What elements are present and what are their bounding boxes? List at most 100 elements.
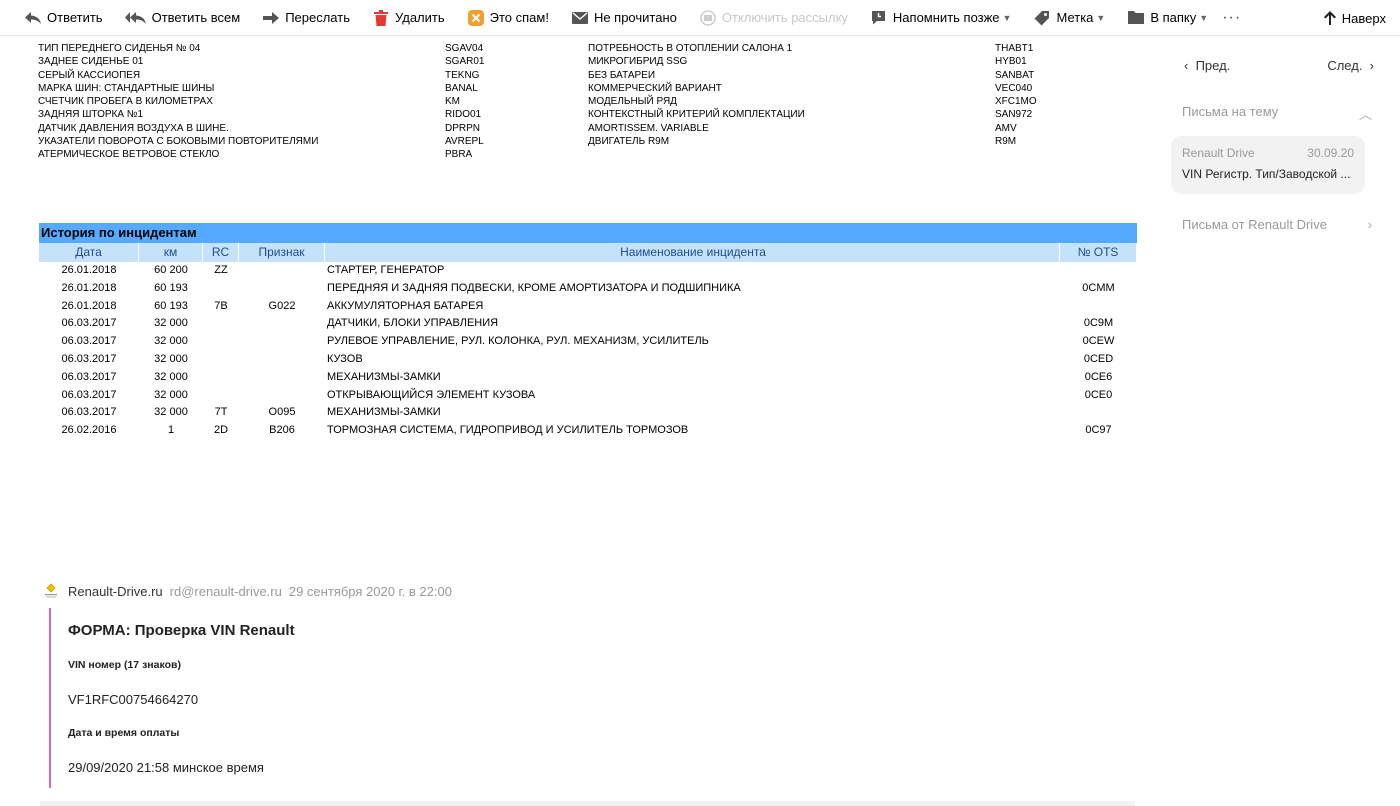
incident-table-header: Дата км RC Признак Наименование инцидент… [39, 243, 1137, 262]
sender-avatar[interactable] [43, 583, 59, 599]
thread-card-sender: Renault Drive [1182, 146, 1255, 160]
incident-sign [239, 369, 325, 387]
chevron-down-icon: ▼ [1199, 12, 1209, 23]
spec-col3-item: КОНТЕКСТНЫЙ КРИТЕРИЙ КОМПЛЕКТАЦИИ [588, 109, 805, 121]
spec-column-codes: SGAV04 SGAR01 TEKNG BANAL KM RIDO01 DPRPN AVREP… [445, 42, 484, 162]
spec-col2-item: RIDO01 [445, 109, 482, 121]
sender-email[interactable]: rd@renault-drive.ru [170, 584, 282, 599]
incident-rc: ZZ [214, 264, 228, 276]
message-body: ФОРМА: Проверка VIN Renault VIN номер (1… [68, 622, 295, 775]
incident-name: ДАТЧИКИ, БЛОКИ УПРАВЛЕНИЯ [327, 317, 499, 330]
incident-ots: 0CEW [1082, 335, 1115, 348]
table-row: 26.01.2018 60 200 ZZ СТАРТЕР, ГЕНЕРАТОР [39, 262, 1137, 280]
delete-button[interactable]: Удалить [372, 0, 445, 36]
payment-time-label: Дата и время оплаты [68, 727, 180, 739]
label-label: Метка [1056, 10, 1094, 25]
remind-later-label: Напомнить позже [892, 10, 1000, 25]
tag-icon [1033, 9, 1051, 27]
spec-col1-item: АТЕРМИЧЕСКОЕ ВЕТРОВОЕ СТЕКЛО [38, 149, 220, 161]
reply-button[interactable]: Ответить [24, 0, 103, 36]
incident-rows: 26.01.2018 60 200 ZZ СТАРТЕР, ГЕНЕРАТОР 26.0… [39, 262, 1137, 440]
incident-date: 06.03.2017 [61, 335, 117, 348]
spec-col4-item: XFC1MO [995, 96, 1037, 108]
thread-message-card[interactable]: Renault Drive 30.09.20 VIN Регистр. Тип/… [1171, 136, 1365, 194]
mark-unread-label: Не прочитано [593, 10, 677, 25]
sender-name[interactable]: Renault-Drive.ru [68, 584, 163, 599]
incident-km: 32 000 [154, 352, 188, 365]
table-row: 26.01.2018 60 193 7B G022 АККУМУЛЯТОРНАЯ БАТ… [39, 298, 1137, 316]
incident-rc: 2D [213, 424, 229, 437]
incident-km: 60 193 [154, 281, 188, 294]
spam-icon [467, 9, 485, 27]
incident-date: 26.01.2018 [61, 264, 117, 276]
arrow-up-icon [1323, 11, 1336, 25]
incident-ots: 0C97 [1085, 424, 1112, 437]
prev-message-button[interactable]: ‹ Пред. [1184, 58, 1230, 73]
thread-card-date: 30.09.20 [1307, 146, 1354, 160]
spec-col1-item: МАРКА ШИН: СТАНДАРТНЫЕ ШИНЫ [38, 82, 215, 94]
spec-col4-item: SAN972 [995, 109, 1033, 121]
incident-date: 06.03.2017 [61, 317, 117, 330]
incident-date: 06.03.2017 [61, 406, 117, 419]
toolbar: Ответить Ответить всем Переслать Удалить… [0, 0, 1400, 36]
chevron-right-icon: › [1367, 217, 1372, 232]
spec-col1-item: ЗАДНЕЕ СИДЕНЬЕ 01 [38, 56, 144, 68]
incident-rc [203, 280, 239, 298]
mark-unread-button[interactable]: Не прочитано [571, 0, 677, 36]
spec-col2-item: PBRA [445, 149, 473, 161]
more-actions-icon[interactable]: ··· [1222, 9, 1241, 27]
move-to-folder-button[interactable]: В папку ▼ [1127, 0, 1208, 36]
envelope-icon [571, 9, 589, 27]
thread-card-subject: VIN Регистр. Тип/Заводской ... [1182, 167, 1351, 181]
incident-name: ПЕРЕДНЯЯ И ЗАДНЯЯ ПОДВЕСКИ, КРОМЕ АМОРТИ… [327, 281, 741, 294]
forward-button[interactable]: Переслать [262, 0, 350, 36]
incident-sign [239, 387, 325, 405]
table-row: 06.03.2017 32 000 7T O095 МЕХАНИЗМЫ-ЗАМКИ [39, 404, 1137, 422]
incident-sign [239, 315, 325, 333]
spec-col2-item: SGAV04 [445, 43, 484, 54]
spec-col4-item: VEC040 [995, 82, 1033, 94]
scroll-to-top-button[interactable]: Наверх [1323, 0, 1386, 36]
unsubscribe-button[interactable]: Отключить рассылку [699, 0, 848, 36]
forward-label: Переслать [285, 10, 350, 25]
next-message-button[interactable]: След. › [1327, 58, 1374, 73]
messages-from-sender-link[interactable]: Письма от Renault Drive › [1182, 217, 1372, 232]
prev-label: Пред. [1195, 58, 1231, 73]
incident-ots: 0CED [1083, 352, 1114, 365]
reply-all-icon [124, 9, 147, 27]
form-title: ФОРМА: Проверка VIN Renault [68, 622, 295, 639]
spec-col1-item: СЧЕТЧИК ПРОБЕГА В КИЛОМЕТРАХ [38, 96, 213, 108]
spec-col2-item: BANAL [445, 82, 478, 94]
spam-button[interactable]: Это спам! [467, 0, 549, 36]
incident-rc [203, 351, 239, 369]
messages-from-sender-label: Письма от Renault Drive [1182, 217, 1327, 232]
header-sign: Признак [239, 243, 325, 262]
label-button[interactable]: Метка ▼ [1033, 0, 1105, 36]
incident-date: 26.01.2018 [61, 281, 117, 294]
incident-history-title: История по инцидентам [39, 223, 1137, 243]
reply-bar[interactable] [40, 801, 1135, 806]
spec-col2-item: SGAR01 [445, 56, 485, 68]
thread-header[interactable]: Письма на тему ︿ [1182, 104, 1372, 123]
reply-all-button[interactable]: Ответить всем [124, 0, 240, 36]
chevron-down-icon: ▼ [1002, 12, 1012, 23]
payment-time-value: 29/09/2020 21:58 минское время [68, 760, 264, 775]
spec-col2-item: TEKNG [445, 69, 480, 81]
unsubscribe-label: Отключить рассылку [721, 10, 848, 25]
incident-rc: 7B [214, 299, 228, 312]
chevron-up-icon: ︿ [1358, 107, 1372, 122]
incident-km: 60 193 [154, 299, 188, 312]
spec-col1-item: УКАЗАТЕЛИ ПОВОРОТА С БОКОВЫМИ ПОВТОРИТЕЛ… [38, 136, 319, 148]
incident-date: 06.03.2017 [61, 388, 117, 401]
spec-column-codes-2: THABT1 HYB01 SANBAT VEC040 XFC1MO SAN972 AMV R9… [995, 42, 1037, 148]
incident-rc [203, 315, 239, 333]
remind-later-button[interactable]: Напомнить позже ▼ [870, 0, 1012, 36]
incident-name: ОТКРЫВАЮЩИЙСЯ ЭЛЕМЕНТ КУЗОВА [327, 388, 536, 401]
vin-value: VF1RFC00754664270 [68, 692, 199, 707]
incident-name: КУЗОВ [327, 352, 363, 365]
reply-label: Ответить [47, 10, 103, 25]
incident-rc: 7T [214, 406, 228, 419]
chevron-left-icon: ‹ [1184, 58, 1196, 73]
incident-name: АККУМУЛЯТОРНАЯ БАТАРЕЯ [327, 299, 484, 312]
header-km: км [139, 243, 203, 262]
